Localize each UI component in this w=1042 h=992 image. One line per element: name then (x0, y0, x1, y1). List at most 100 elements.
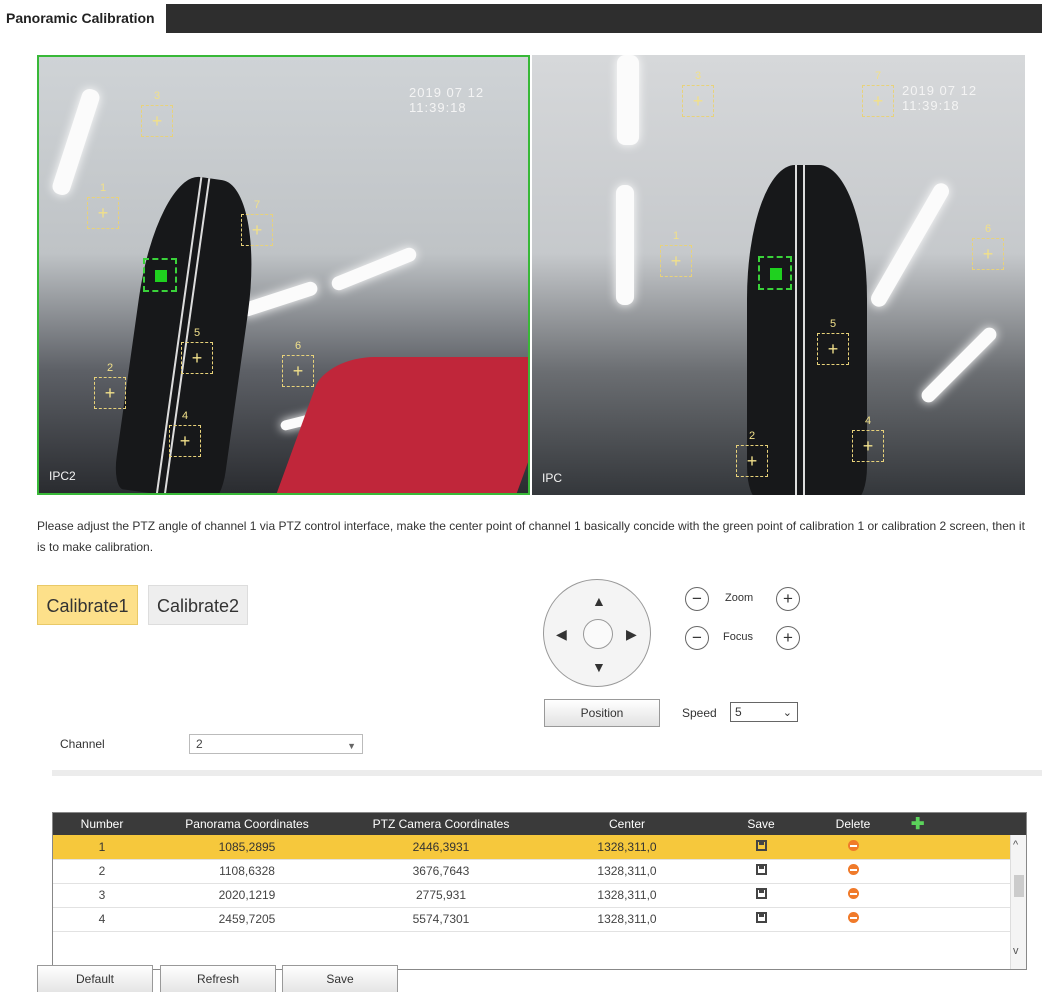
chevron-down-icon: ⌄ (782, 707, 792, 719)
chevron-down-icon: ▼ (347, 741, 356, 751)
calibration-marker: 3 (141, 90, 173, 137)
calibration-marker: 7 (241, 199, 273, 246)
ptz-up-icon[interactable]: ▲ (592, 594, 606, 608)
channel-select[interactable]: 2 ▼ (189, 734, 363, 754)
ceiling-light (918, 324, 1000, 406)
cell-center: 1328,311,0 (539, 883, 715, 908)
cell-number: 3 (53, 883, 151, 908)
save-icon[interactable] (755, 888, 767, 899)
table-scrollbar[interactable]: ^ v (1010, 835, 1026, 969)
zoom-out-button[interactable]: − (685, 587, 709, 611)
header-number: Number (80, 817, 124, 831)
speed-label: Speed (682, 706, 717, 720)
speed-value: 5 (735, 705, 742, 719)
ptz-left-icon[interactable]: ◀ (556, 627, 567, 641)
calibration-marker: 5 (181, 327, 213, 374)
video-channel-label: IPC2 (49, 469, 76, 483)
calibration-marker: 6 (972, 223, 1004, 270)
calibrate2-tab[interactable]: Calibrate2 (148, 585, 248, 625)
zoom-label: Zoom (725, 592, 754, 604)
cell-number: 1 (53, 835, 151, 860)
header-save: Save (747, 817, 775, 831)
calibration-marker: 1 (660, 230, 692, 277)
save-icon[interactable] (755, 864, 767, 875)
ceiling-light (868, 180, 952, 310)
green-calibration-point (758, 256, 792, 290)
ptz-center-button[interactable] (583, 619, 613, 649)
video-feed-left[interactable]: 2019 07 12 11:39:18 IPC2 1 2 3 4 5 6 7 (37, 55, 530, 495)
position-button[interactable]: Position (544, 699, 660, 727)
video-timestamp: 2019 07 12 11:39:18 (902, 83, 978, 113)
delete-icon[interactable] (847, 888, 859, 899)
delete-icon[interactable] (847, 912, 859, 923)
channel-value: 2 (196, 737, 203, 751)
cell-number: 2 (53, 859, 151, 884)
cell-ptz: 2775,931 (343, 883, 539, 908)
ptz-right-icon[interactable]: ▶ (626, 627, 637, 641)
table-row[interactable]: 2 1108,6328 3676,7643 1328,311,0 (53, 859, 1026, 884)
header-panorama-coordinates: Panorama Coordinates (185, 817, 309, 831)
scroll-down-icon[interactable]: v (1013, 945, 1019, 957)
ceiling-light (616, 185, 634, 305)
instruction-text: Please adjust the PTZ angle of channel 1… (37, 519, 1025, 554)
page-title: Panoramic Calibration (0, 4, 166, 33)
table-row[interactable]: 3 2020,1219 2775,931 1328,311,0 (53, 883, 1026, 908)
cell-ptz: 5574,7301 (343, 907, 539, 932)
default-button[interactable]: Default (37, 965, 153, 992)
ptz-direction-pad: ▲ ▼ ◀ ▶ (543, 579, 651, 687)
ceiling-light (50, 86, 102, 198)
refresh-button[interactable]: Refresh (160, 965, 276, 992)
calibration-marker: 1 (87, 182, 119, 229)
cell-ptz: 2446,3931 (343, 835, 539, 860)
ceiling-light (617, 55, 639, 145)
calibration-marker: 6 (282, 340, 314, 387)
header-delete: Delete (835, 817, 871, 831)
speed-select[interactable]: 5 ⌄ (730, 702, 798, 722)
cell-panorama: 2459,7205 (151, 907, 343, 932)
cell-panorama: 1108,6328 (151, 859, 343, 884)
header-center: Center (608, 817, 646, 831)
table-header-row: Number Panorama Coordinates PTZ Camera C… (53, 813, 1026, 835)
calibration-table: Number Panorama Coordinates PTZ Camera C… (52, 812, 1027, 970)
calibration-marker: 2 (736, 430, 768, 477)
video-timestamp: 2019 07 12 11:39:18 (409, 85, 485, 115)
divider (52, 770, 1042, 776)
title-bar: Panoramic Calibration (0, 4, 1042, 33)
calibrate1-tab[interactable]: Calibrate1 (37, 585, 138, 625)
add-icon[interactable]: ✚ (911, 816, 924, 833)
cell-center: 1328,311,0 (539, 859, 715, 884)
cell-center: 1328,311,0 (539, 907, 715, 932)
scroll-up-icon[interactable]: ^ (1013, 839, 1018, 851)
calibration-marker: 7 (862, 70, 894, 117)
focus-plus-button[interactable]: + (776, 626, 800, 650)
calibration-marker: 4 (852, 415, 884, 462)
ceiling-light (329, 245, 419, 293)
calibration-marker: 2 (94, 362, 126, 409)
table-row[interactable]: 1 1085,2895 2446,3931 1328,311,0 (53, 835, 1026, 860)
table-row[interactable]: 4 2459,7205 5574,7301 1328,311,0 (53, 907, 1026, 932)
cell-number: 4 (53, 907, 151, 932)
cell-center: 1328,311,0 (539, 835, 715, 860)
cell-panorama: 2020,1219 (151, 883, 343, 908)
green-calibration-point (143, 258, 177, 292)
ceiling-light (238, 279, 320, 319)
video-channel-label: IPC (542, 471, 563, 485)
channel-label: Channel (60, 737, 105, 751)
calibration-marker: 4 (169, 410, 201, 457)
save-icon[interactable] (755, 839, 767, 851)
zoom-in-button[interactable]: + (776, 587, 800, 611)
save-button[interactable]: Save (282, 965, 398, 992)
delete-icon[interactable] (847, 864, 859, 875)
header-ptz-camera-coordinates: PTZ Camera Coordinates (372, 817, 510, 831)
focus-minus-button[interactable]: − (685, 626, 709, 650)
cell-panorama: 1085,2895 (151, 835, 343, 860)
cell-ptz: 3676,7643 (343, 859, 539, 884)
calibration-marker: 5 (817, 318, 849, 365)
ptz-down-icon[interactable]: ▼ (592, 660, 606, 674)
focus-label: Focus (723, 631, 753, 643)
scrollbar-thumb[interactable] (1014, 875, 1024, 897)
video-feed-right[interactable]: 2019 07 12 11:39:18 IPC 1 2 3 4 5 6 7 (532, 55, 1025, 495)
calibration-marker: 3 (682, 70, 714, 117)
delete-icon[interactable] (847, 839, 859, 851)
save-icon[interactable] (755, 912, 767, 923)
